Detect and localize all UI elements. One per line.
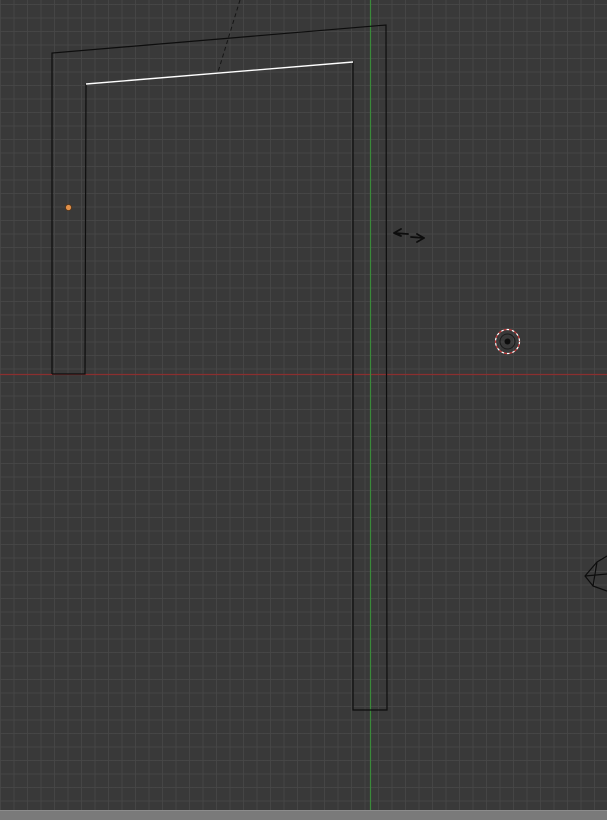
3d-cursor-icon[interactable] (494, 328, 521, 355)
selected-edge[interactable] (85, 61, 354, 85)
resize-horizontal-icon (393, 228, 425, 243)
mesh-outline[interactable] (51, 24, 388, 711)
relationship-dashed-line (217, 0, 241, 73)
object-origin-icon[interactable] (65, 204, 72, 211)
viewport-scene[interactable] (0, 0, 607, 810)
3d-viewport[interactable] (0, 0, 607, 810)
viewport-bottom-bar (0, 810, 607, 820)
camera-icon[interactable] (584, 555, 607, 592)
